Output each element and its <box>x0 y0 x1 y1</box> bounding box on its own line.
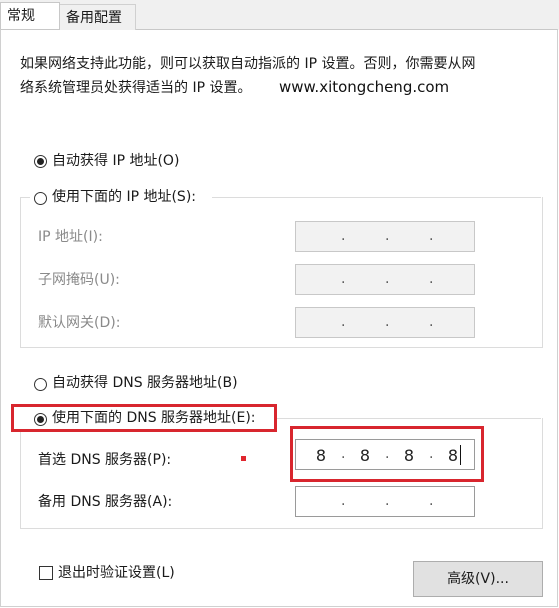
validate-on-exit-checkbox[interactable] <box>39 566 53 580</box>
watermark-text: www.xitongcheng.com <box>279 78 450 96</box>
group-border-segment <box>20 197 30 198</box>
tab-alternate-config[interactable]: 备用配置 <box>60 4 136 30</box>
text-caret <box>460 445 461 465</box>
preferred-dns-label: 首选 DNS 服务器(P): <box>38 452 172 468</box>
ip-auto-radio[interactable] <box>34 155 47 168</box>
preferred-dns-input[interactable]: 8 . 8 . 8 . 8 <box>295 439 475 470</box>
default-gateway-label: 默认网关(D): <box>38 315 121 331</box>
tab-general[interactable]: 常规 <box>0 2 60 29</box>
red-marker <box>241 456 246 461</box>
alternate-dns-label: 备用 DNS 服务器(A): <box>38 494 173 510</box>
preferred-dns-octet-1: 8 <box>315 446 327 465</box>
description-line-2: 络系统管理员处获得适当的 IP 设置。 <box>20 80 252 96</box>
ip-auto-label[interactable]: 自动获得 IP 地址(O) <box>52 152 179 170</box>
group-border-segment <box>276 418 541 419</box>
ip-manual-label[interactable]: 使用下面的 IP 地址(S): <box>52 188 200 206</box>
ip-manual-radio[interactable] <box>34 192 47 205</box>
dns-manual-label[interactable]: 使用下面的 DNS 服务器地址(E): <box>52 409 256 427</box>
default-gateway-input[interactable]: ... <box>295 307 475 338</box>
validate-on-exit-label[interactable]: 退出时验证设置(L) <box>58 564 175 582</box>
preferred-dns-octet-4: 8 <box>447 446 459 465</box>
preferred-dns-octet-2: 8 <box>359 446 371 465</box>
subnet-mask-input[interactable]: ... <box>295 264 475 295</box>
ip-address-label: IP 地址(I): <box>38 229 103 245</box>
dns-manual-radio[interactable] <box>34 413 47 426</box>
alternate-dns-input[interactable]: ... <box>295 486 475 517</box>
preferred-dns-octet-3: 8 <box>403 446 415 465</box>
dns-auto-radio[interactable] <box>34 378 47 391</box>
subnet-mask-label: 子网掩码(U): <box>38 272 120 288</box>
ip-address-input[interactable]: ... <box>295 221 475 252</box>
advanced-button[interactable]: 高级(V)... <box>413 561 543 597</box>
description-line-1: 如果网络支持此功能，则可以获取自动指派的 IP 设置。否则，你需要从网 <box>20 56 476 72</box>
group-border-segment <box>212 197 541 198</box>
dns-auto-label[interactable]: 自动获得 DNS 服务器地址(B) <box>52 374 238 392</box>
